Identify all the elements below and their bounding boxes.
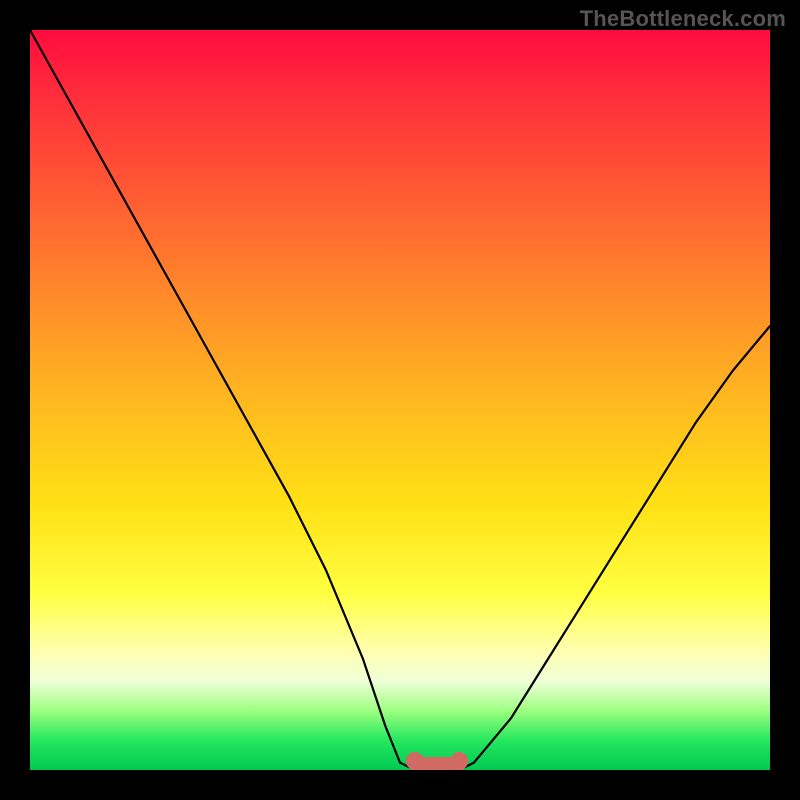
- watermark-text: TheBottleneck.com: [580, 6, 786, 32]
- plot-area: [30, 30, 770, 770]
- bottleneck-curve: [30, 30, 770, 770]
- curve-path: [30, 30, 770, 770]
- optimal-region-marker: [406, 752, 468, 770]
- chart-frame: TheBottleneck.com: [0, 0, 800, 800]
